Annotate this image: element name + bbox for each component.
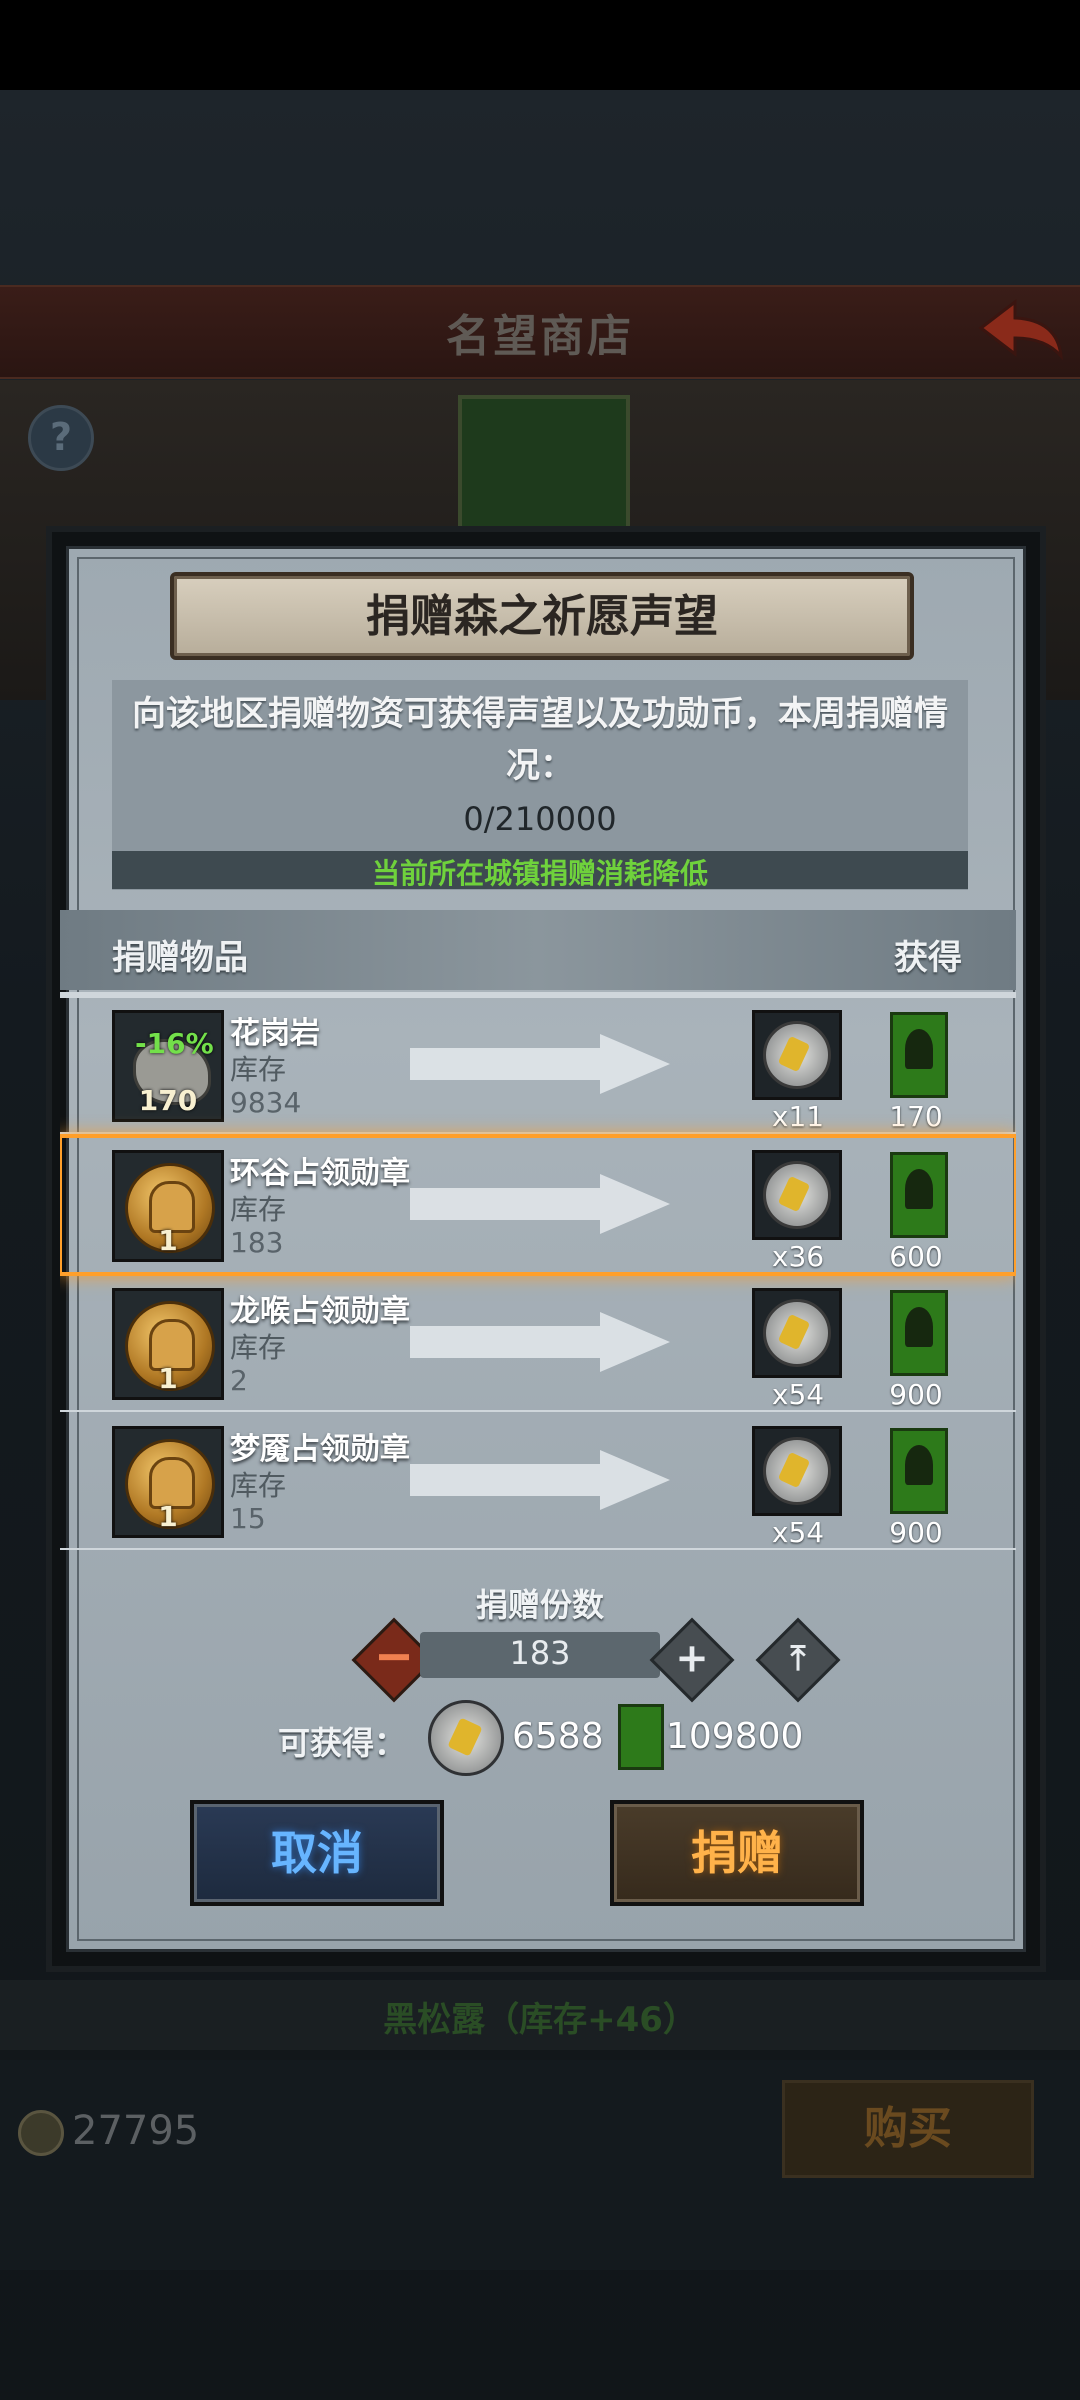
- merit-coin-icon: [752, 1288, 842, 1378]
- stock-value: 15: [230, 1502, 266, 1535]
- coin-qty: x54: [771, 1378, 825, 1411]
- reward-coin-value: 6588: [512, 1716, 604, 1757]
- arrow-right-icon: [410, 1450, 670, 1510]
- item-name: 梦魇占领勋章: [230, 1432, 410, 1467]
- back-arrow-icon[interactable]: [975, 296, 1065, 360]
- reputation-banner-icon: [890, 1012, 948, 1098]
- coin-count: 27795: [72, 2108, 200, 2154]
- item-name: 花岗岩: [230, 1016, 320, 1051]
- discount-notice: 当前所在城镇捐赠消耗降低: [371, 857, 708, 890]
- weekly-progress: 0/210000: [463, 800, 617, 838]
- reputation-banner-icon: [890, 1290, 948, 1376]
- coin-icon: [18, 2110, 64, 2156]
- minus-icon: [379, 1654, 409, 1661]
- granite-icon: -16% 170: [112, 1010, 224, 1122]
- coin-qty: x11: [771, 1100, 825, 1133]
- quantity-value[interactable]: 183: [420, 1634, 660, 1672]
- column-item-label: 捐赠物品: [112, 938, 248, 978]
- merit-coin-icon: [752, 1426, 842, 1516]
- rep-qty: 900: [889, 1378, 943, 1411]
- arrow-right-icon: [410, 1312, 670, 1372]
- max-arrow-icon: ⤒: [790, 1638, 806, 1679]
- stock-label: 库存: [230, 1053, 287, 1086]
- reward-rep-value: 109800: [666, 1716, 804, 1757]
- merit-coin-icon: [752, 1010, 842, 1100]
- truffle-label: 黑松露（库存+46）: [383, 2000, 697, 2040]
- medal-icon: 1: [112, 1150, 224, 1262]
- coin-qty: x36: [771, 1240, 825, 1273]
- arrow-right-icon: [410, 1034, 670, 1094]
- list-item[interactable]: 1 梦魇占领勋章 库存 15 x54 900: [60, 1412, 1016, 1550]
- coin-qty: x54: [771, 1516, 825, 1549]
- list-item-selected[interactable]: 1 环谷占领勋章 库存 183 x36 600: [60, 1134, 1016, 1276]
- column-gain-label: 获得: [894, 938, 962, 978]
- dialog-title: 捐赠森之祈愿声望: [366, 591, 718, 642]
- stock-label: 库存: [230, 1469, 287, 1502]
- discount-badge: -16%: [135, 1027, 214, 1060]
- merit-coin-icon: [752, 1150, 842, 1240]
- reward-label: 可获得：: [278, 1724, 407, 1762]
- reputation-banner-icon: [618, 1704, 664, 1770]
- donate-count-label: 捐赠份数: [475, 1586, 604, 1624]
- medal-icon: 1: [112, 1288, 224, 1400]
- rep-qty: 170: [889, 1100, 943, 1133]
- reputation-banner-icon: [890, 1152, 948, 1238]
- medal-icon: 1: [112, 1426, 224, 1538]
- item-name: 龙喉占领勋章: [230, 1294, 410, 1329]
- cancel-button[interactable]: 取消: [190, 1800, 444, 1906]
- item-qty: 1: [158, 1500, 178, 1533]
- faction-banner: [458, 395, 630, 538]
- list-item[interactable]: -16% 170 花岗岩 库存 9834 x11 170: [60, 996, 1016, 1134]
- stock-label: 库存: [230, 1193, 287, 1226]
- help-icon[interactable]: ?: [28, 405, 94, 471]
- arrow-right-icon: [410, 1174, 670, 1234]
- item-qty: 1: [158, 1362, 178, 1395]
- stock-value: 2: [230, 1364, 248, 1397]
- stock-value: 9834: [230, 1086, 302, 1119]
- rep-qty: 900: [889, 1516, 943, 1549]
- shop-title: 名望商店: [446, 311, 634, 362]
- item-qty: 170: [138, 1084, 198, 1117]
- item-qty: 1: [158, 1224, 178, 1257]
- plus-icon: +: [675, 1635, 709, 1682]
- item-name: 环谷占领勋章: [230, 1156, 410, 1191]
- donate-button[interactable]: 捐赠: [610, 1800, 864, 1906]
- info-text: 向该地区捐赠物资可获得声望以及功勋币，本周捐赠情况：: [132, 694, 948, 786]
- stock-value: 183: [230, 1226, 284, 1259]
- reputation-banner-icon: [890, 1428, 948, 1514]
- donation-list[interactable]: -16% 170 花岗岩 库存 9834 x11 170 1 环谷占领勋章 库存…: [60, 996, 1016, 1566]
- list-item[interactable]: 1 龙喉占领勋章 库存 2 x54 900: [60, 1274, 1016, 1412]
- rep-qty: 600: [889, 1240, 943, 1273]
- stock-label: 库存: [230, 1331, 287, 1364]
- buy-button[interactable]: 购买: [782, 2080, 1034, 2178]
- merit-coin-icon: [428, 1700, 504, 1776]
